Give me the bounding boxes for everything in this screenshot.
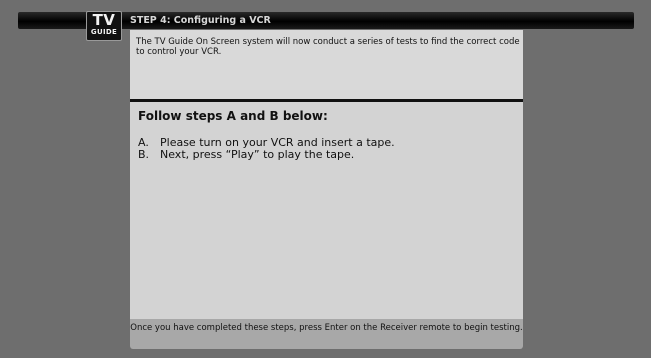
- step-text: Next, press “Play” to play the tape.: [160, 148, 355, 161]
- intro-panel: The TV Guide On Screen system will now c…: [130, 30, 523, 99]
- footer-instruction: Once you have completed these steps, pre…: [130, 323, 523, 333]
- steps-list: A. Please turn on your VCR and insert a …: [138, 137, 395, 161]
- tv-guide-logo: TV GUIDE: [86, 11, 122, 41]
- step-item-b: B. Next, press “Play” to play the tape.: [138, 149, 395, 161]
- instructions-heading: Follow steps A and B below:: [138, 109, 328, 123]
- tv-guide-screen: STEP 4: Configuring a VCR TV GUIDE The T…: [0, 0, 651, 358]
- intro-text: The TV Guide On Screen system will now c…: [136, 37, 520, 57]
- step-title: STEP 4: Configuring a VCR: [130, 15, 271, 26]
- footer-panel: Once you have completed these steps, pre…: [130, 319, 523, 349]
- step-letter: B.: [138, 148, 150, 161]
- instructions-panel: Follow steps A and B below: A. Please tu…: [130, 102, 523, 319]
- logo-guide-text: GUIDE: [90, 28, 118, 36]
- logo-tv-text: TV: [92, 11, 116, 29]
